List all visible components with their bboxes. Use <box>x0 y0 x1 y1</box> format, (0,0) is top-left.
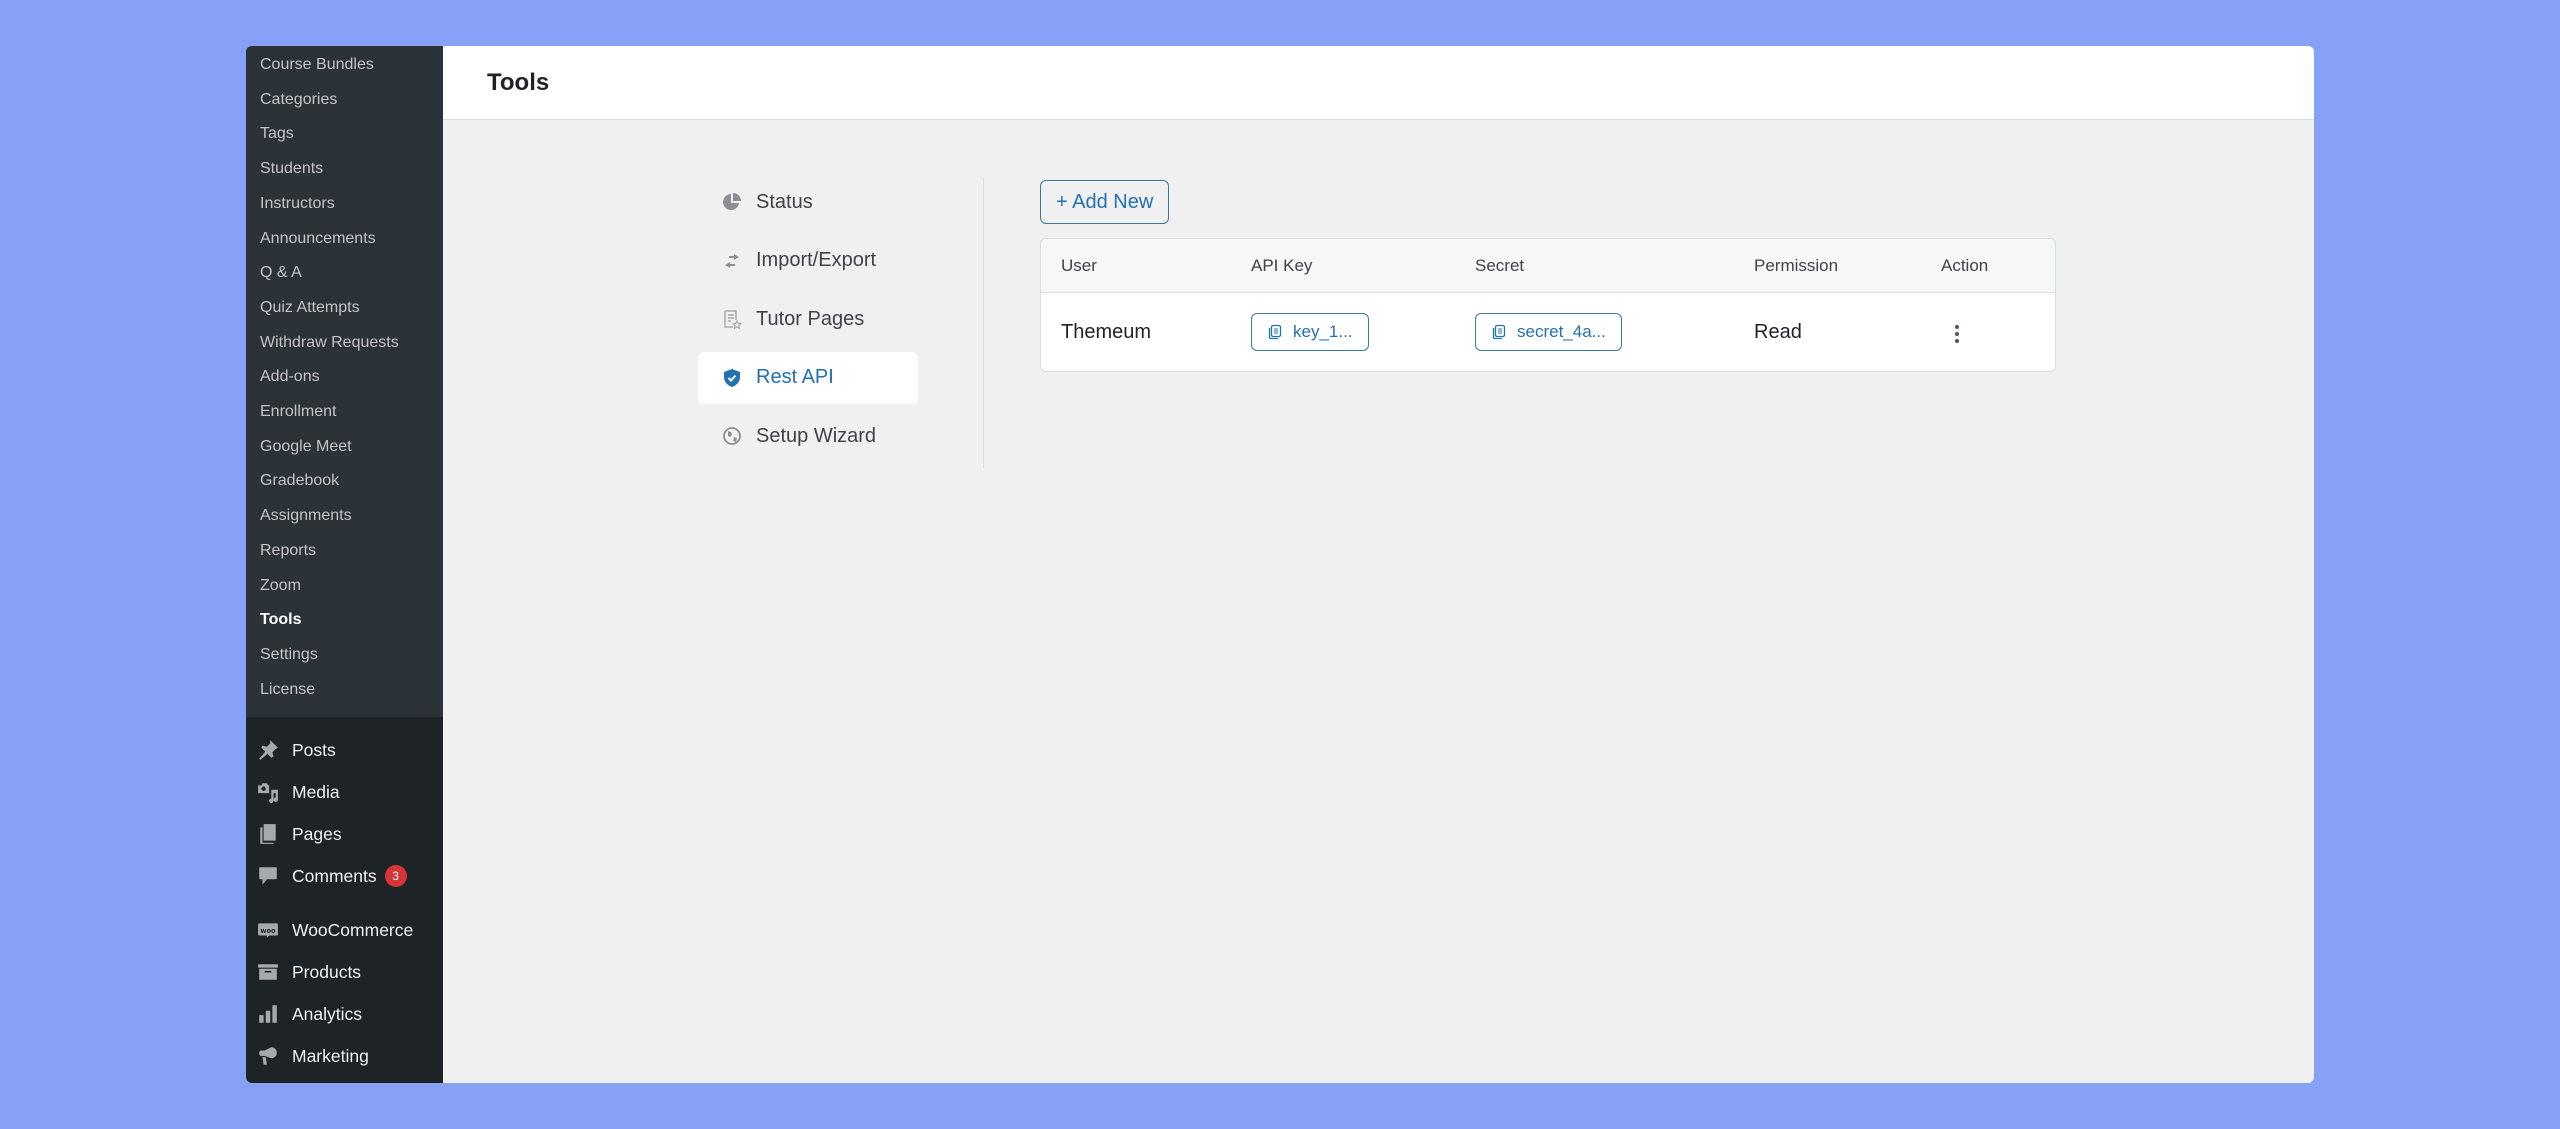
tools-nav-tutor-pages[interactable]: Tutor Pages <box>698 293 918 345</box>
page-title: Tools <box>487 68 550 96</box>
menu-item-analytics[interactable]: Analytics <box>246 993 443 1035</box>
menu-item-comments[interactable]: Comments 3 <box>246 855 443 897</box>
submenu-item-license[interactable]: License <box>246 673 443 708</box>
submenu-item-students[interactable]: Students <box>246 152 443 187</box>
copy-secret-button[interactable]: secret_4a... <box>1475 313 1622 351</box>
svg-text:woo: woo <box>260 927 276 935</box>
submenu-item-google-meet[interactable]: Google Meet <box>246 430 443 465</box>
menu-item-label: Posts <box>292 739 336 760</box>
arrows-swap-icon <box>722 251 742 271</box>
submenu-item-instructors[interactable]: Instructors <box>246 187 443 222</box>
submenu-item-reports[interactable]: Reports <box>246 534 443 569</box>
admin-sidebar: Course Bundles Categories Tags Students … <box>246 46 443 1083</box>
woo-icon: woo <box>256 918 280 942</box>
comments-count-badge: 3 <box>384 865 407 888</box>
submenu-item-assignments[interactable]: Assignments <box>246 499 443 534</box>
tools-nav-label: Tutor Pages <box>756 307 865 330</box>
cell-permission: Read <box>1754 320 1802 343</box>
submenu-item-qa[interactable]: Q & A <box>246 256 443 291</box>
column-header-permission: Permission <box>1754 255 1839 275</box>
app-window: Course Bundles Categories Tags Students … <box>246 46 2314 1083</box>
submenu-item-tools[interactable]: Tools <box>246 603 443 638</box>
submenu-item-gradebook[interactable]: Gradebook <box>246 464 443 499</box>
tools-nav-rest-api[interactable]: Rest API <box>698 351 918 404</box>
more-actions-icon[interactable] <box>1945 319 1969 349</box>
cell-action <box>1921 316 2055 349</box>
tools-nav-label: Rest API <box>756 366 834 388</box>
menu-item-posts[interactable]: Posts <box>246 729 443 771</box>
pin-icon <box>256 738 280 762</box>
column-header-api-key: API Key <box>1251 255 1313 275</box>
tools-body: Status Import/Export Tutor Pages Rest AP… <box>443 120 2314 1083</box>
cell-user: Themeum <box>1061 320 1152 343</box>
menu-item-label: Comments <box>292 865 377 886</box>
submenu-item-enrollment[interactable]: Enrollment <box>246 395 443 430</box>
submenu-item-categories[interactable]: Categories <box>246 83 443 118</box>
table-row: Themeum key_1... secret_4a... Read <box>1041 293 2055 371</box>
menu-separator <box>246 897 443 909</box>
main-content: Tools Status Import/Export Tutor Pages R… <box>443 46 2314 1083</box>
secret-value: secret_4a... <box>1517 322 1606 341</box>
api-keys-table: User API Key Secret Permission Action Th… <box>1040 238 2056 372</box>
main-menu: Posts Media Pages Comments 3 woo WooComm… <box>246 717 443 1077</box>
submenu-item-settings[interactable]: Settings <box>246 638 443 673</box>
api-key-value: key_1... <box>1293 322 1353 341</box>
menu-item-label: Marketing <box>292 1045 369 1066</box>
tools-nav-import-export[interactable]: Import/Export <box>698 235 918 287</box>
archive-icon <box>256 960 280 984</box>
tutor-submenu: Course Bundles Categories Tags Students … <box>246 46 443 718</box>
add-new-api-key-button[interactable]: + Add New <box>1040 180 1170 224</box>
menu-item-products[interactable]: Products <box>246 951 443 993</box>
tools-nav-label: Import/Export <box>756 249 877 271</box>
section-divider <box>983 178 984 468</box>
menu-item-label: WooCommerce <box>292 919 414 940</box>
tools-nav: Status Import/Export Tutor Pages Rest AP… <box>698 176 918 469</box>
submenu-item-announcements[interactable]: Announcements <box>246 222 443 257</box>
submenu-item-zoom[interactable]: Zoom <box>246 569 443 604</box>
page-star-icon <box>722 309 742 329</box>
column-header-secret: Secret <box>1475 255 1525 275</box>
submenu-item-withdraw-requests[interactable]: Withdraw Requests <box>246 326 443 361</box>
menu-item-label: Products <box>292 961 362 982</box>
menu-item-label: Media <box>292 781 340 802</box>
comment-icon <box>256 864 280 888</box>
bar-chart-icon <box>256 1002 280 1026</box>
tools-nav-label: Status <box>756 190 813 213</box>
tools-nav-label: Setup Wizard <box>756 424 877 447</box>
menu-item-pages[interactable]: Pages <box>246 813 443 855</box>
rest-api-panel: + Add New User API Key Secret Permission… <box>1040 180 2056 372</box>
copy-icon <box>1268 324 1282 340</box>
copy-icon <box>1492 324 1506 340</box>
tools-nav-setup-wizard[interactable]: Setup Wizard <box>698 410 918 462</box>
pages-icon <box>256 822 280 846</box>
cell-secret: secret_4a... <box>1455 313 1734 351</box>
menu-item-media[interactable]: Media <box>246 771 443 813</box>
globe-icon <box>722 426 742 446</box>
menu-item-woocommerce[interactable]: woo WooCommerce <box>246 909 443 951</box>
copy-api-key-button[interactable]: key_1... <box>1251 313 1369 351</box>
tools-nav-status[interactable]: Status <box>698 176 918 228</box>
menu-item-label: Analytics <box>292 1003 363 1024</box>
page-header: Tools <box>443 46 2314 120</box>
submenu-item-add-ons[interactable]: Add-ons <box>246 360 443 395</box>
megaphone-icon <box>256 1044 280 1068</box>
media-icon <box>256 780 280 804</box>
column-header-user: User <box>1061 255 1097 275</box>
submenu-item-tags[interactable]: Tags <box>246 117 443 152</box>
column-header-action: Action <box>1941 255 1989 275</box>
menu-item-marketing[interactable]: Marketing <box>246 1035 443 1077</box>
pie-chart-icon <box>722 192 742 212</box>
cell-api-key: key_1... <box>1231 313 1455 351</box>
shield-check-icon <box>722 368 742 388</box>
menu-item-label: Pages <box>292 823 342 844</box>
table-header-row: User API Key Secret Permission Action <box>1041 239 2055 293</box>
submenu-item-quiz-attempts[interactable]: Quiz Attempts <box>246 291 443 326</box>
submenu-item-course-bundles[interactable]: Course Bundles <box>246 48 443 83</box>
